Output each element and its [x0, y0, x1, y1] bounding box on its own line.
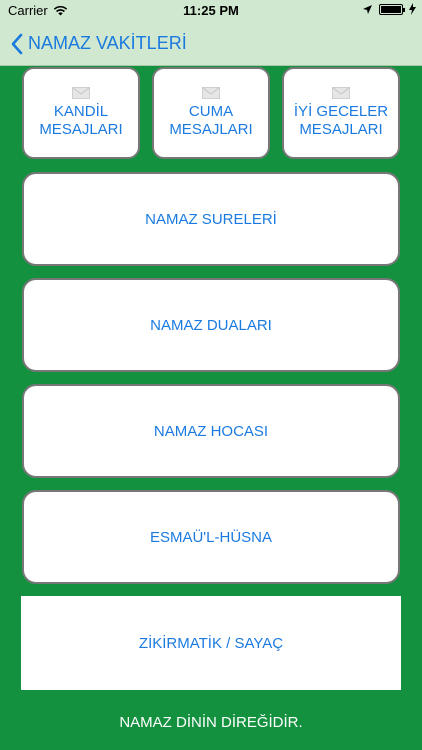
- card-title-line2: MESAJLARI: [39, 121, 123, 138]
- button-label: NAMAZ HOCASI: [153, 422, 269, 440]
- battery-icon: [379, 3, 405, 15]
- back-button-label: NAMAZ VAKİTLERİ: [28, 33, 187, 53]
- namaz-hocasi-button[interactable]: NAMAZ HOCASI: [22, 384, 400, 478]
- status-time: 11:25 PM: [183, 3, 239, 18]
- button-label: ZİKİRMATİK / SAYAÇ: [138, 634, 284, 652]
- status-right: [362, 3, 416, 15]
- card-title-line1: CUMA: [188, 103, 234, 120]
- envelope-icon: [332, 87, 350, 99]
- card-title-line2: MESAJLARI: [169, 121, 253, 138]
- envelope-icon: [72, 87, 90, 99]
- status-bar: Carrier 11:25 PM: [0, 0, 422, 22]
- charging-bolt-icon: [409, 3, 416, 15]
- navigation-bar: NAMAZ VAKİTLERİ: [0, 22, 422, 66]
- card-title-line2: MESAJLARI: [299, 121, 383, 138]
- namaz-sureleri-button[interactable]: NAMAZ SURELERİ: [22, 172, 400, 266]
- card-title-line1: KANDİL: [53, 103, 109, 120]
- footer-slogan: NAMAZ DİNİN DİREĞİDİR.: [119, 714, 303, 731]
- esmaul-husna-button[interactable]: ESMAÜ'L-HÜSNA: [22, 490, 400, 584]
- button-label: NAMAZ DUALARI: [150, 316, 272, 334]
- card-title-line1: İYİ GECELER: [293, 103, 389, 120]
- good-night-messages-button[interactable]: İYİ GECELER MESAJLARI: [282, 67, 400, 159]
- zikirmatik-counter-button[interactable]: ZİKİRMATİK / SAYAÇ: [21, 596, 401, 690]
- location-arrow-icon: [363, 4, 372, 14]
- namaz-dualari-button[interactable]: NAMAZ DUALARI: [22, 278, 400, 372]
- back-button[interactable]: NAMAZ VAKİTLERİ: [10, 33, 187, 55]
- kandil-messages-button[interactable]: KANDİL MESAJLARI: [22, 67, 140, 159]
- button-label: NAMAZ SURELERİ: [145, 210, 277, 228]
- envelope-icon: [202, 87, 220, 99]
- chevron-left-icon: [11, 33, 23, 54]
- cuma-messages-button[interactable]: CUMA MESAJLARI: [152, 67, 270, 159]
- button-label: ESMAÜ'L-HÜSNA: [149, 528, 273, 546]
